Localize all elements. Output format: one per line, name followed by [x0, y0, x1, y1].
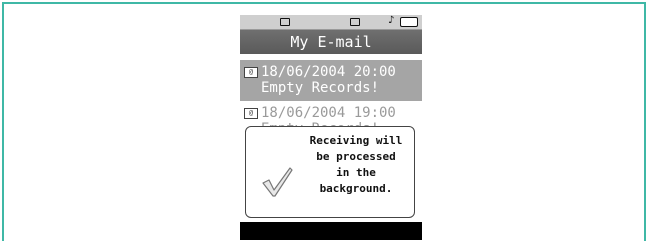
email-icon: @ — [244, 108, 258, 119]
checkmark-icon — [262, 167, 293, 197]
music-note-icon: ♪ — [388, 15, 395, 26]
message-icon — [350, 18, 360, 26]
page-title: My E-mail — [240, 30, 422, 54]
battery-icon — [400, 17, 418, 27]
email-subject: Empty Records! — [261, 80, 380, 96]
softkey-bar — [240, 222, 422, 240]
email-date: 18/06/2004 20:00 — [261, 64, 396, 80]
email-icon: @ — [244, 67, 258, 78]
info-dialog: Receiving will be processed in the backg… — [245, 126, 415, 218]
status-bar: ♪ — [240, 15, 422, 30]
dialog-message: Receiving will be processed in the backg… — [309, 134, 403, 195]
email-list-item-1[interactable]: @ 18/06/2004 20:00 Empty Records! — [240, 60, 422, 104]
email-date: 18/06/2004 19:00 — [261, 105, 396, 121]
phone-screen: ♪ My E-mail @ 18/06/2004 20:00 Empty Rec… — [240, 15, 422, 240]
envelope-icon — [280, 18, 290, 26]
